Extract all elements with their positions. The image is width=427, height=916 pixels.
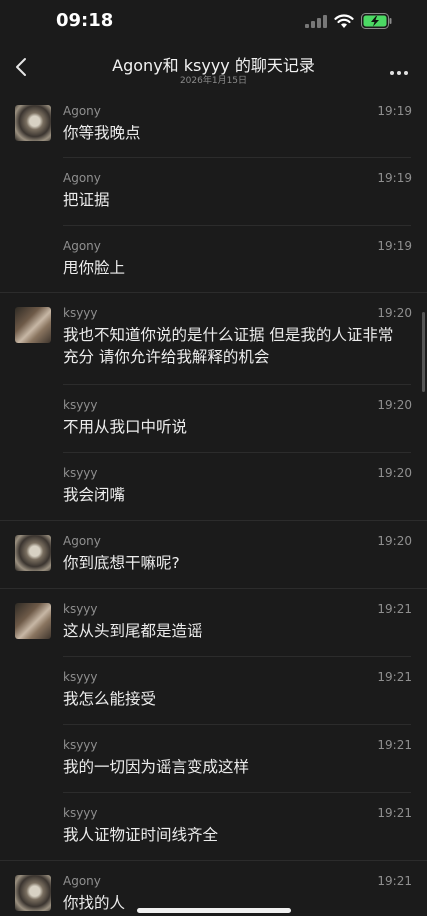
message-time: 19:20 xyxy=(377,534,412,548)
message-time: 19:20 xyxy=(377,306,412,320)
divider xyxy=(63,724,411,725)
divider xyxy=(63,225,411,226)
message-time: 19:21 xyxy=(377,602,412,616)
scrollbar[interactable] xyxy=(422,312,425,392)
message-row[interactable]: ksyyy 19:20 我会闭嘴 xyxy=(0,452,427,520)
message-row[interactable]: ksyyy 19:21 我人证物证时间线齐全 xyxy=(0,792,427,860)
message-row[interactable]: ksyyy 19:21 我的一切因为谣言变成这样 xyxy=(0,724,427,792)
message-sender: ksyyy xyxy=(63,602,98,616)
home-indicator[interactable] xyxy=(137,908,291,913)
more-options-icon[interactable] xyxy=(390,66,411,75)
battery-charging-icon xyxy=(361,13,392,29)
message-text: 你到底想干嘛呢? xyxy=(63,554,180,572)
divider xyxy=(0,860,427,861)
message-sender: ksyyy xyxy=(63,738,98,752)
message-sender: ksyyy xyxy=(63,670,98,684)
message-sender: ksyyy xyxy=(63,466,98,480)
divider xyxy=(63,656,411,657)
divider xyxy=(0,292,427,293)
message-time: 19:21 xyxy=(377,806,412,820)
message-row[interactable]: Agony 19:20 你到底想干嘛呢? xyxy=(0,520,427,588)
message-sender: Agony xyxy=(63,534,101,548)
message-sender: ksyyy xyxy=(63,806,98,820)
message-text: 我人证物证时间线齐全 xyxy=(63,826,219,844)
nav-bar: Agony和 ksyyy 的聊天记录 2026年1月15日 xyxy=(0,44,427,90)
message-text: 我也不知道你说的是什么证据 但是我的人证非常充分 请你允许给我解释的机会 xyxy=(63,326,394,366)
message-time: 19:21 xyxy=(377,670,412,684)
divider xyxy=(0,520,427,521)
message-row[interactable]: ksyyy 19:21 我怎么能接受 xyxy=(0,656,427,724)
message-sender: Agony xyxy=(63,104,101,118)
message-row[interactable]: Agony 19:19 甩你脸上 xyxy=(0,225,427,292)
divider xyxy=(63,792,411,793)
message-text: 把证据 xyxy=(63,191,110,209)
message-row[interactable]: Agony 19:19 你等我晚点 xyxy=(0,90,427,157)
divider xyxy=(63,452,411,453)
message-sender: ksyyy xyxy=(63,398,98,412)
message-text: 你等我晚点 xyxy=(63,124,141,142)
message-text: 我的一切因为谣言变成这样 xyxy=(63,758,250,776)
message-sender: ksyyy xyxy=(63,306,98,320)
message-time: 19:19 xyxy=(377,104,412,118)
wifi-icon xyxy=(334,14,354,28)
cellular-signal-icon xyxy=(305,15,327,28)
message-row[interactable]: ksyyy 19:20 我也不知道你说的是什么证据 但是我的人证非常充分 请你允… xyxy=(0,292,427,384)
message-text: 这从头到尾都是造谣 xyxy=(63,622,203,640)
status-bar: 09:18 xyxy=(0,0,427,44)
message-text: 不用从我口中听说 xyxy=(63,418,188,436)
message-time: 19:20 xyxy=(377,466,412,480)
message-sender: Agony xyxy=(63,874,101,888)
message-text: 我会闭嘴 xyxy=(63,486,126,504)
message-time: 19:19 xyxy=(377,239,412,253)
message-row[interactable]: ksyyy 19:21 这从头到尾都是造谣 xyxy=(0,588,427,656)
message-time: 19:21 xyxy=(377,738,412,752)
message-time: 19:20 xyxy=(377,398,412,412)
divider xyxy=(63,384,411,385)
status-time: 09:18 xyxy=(56,10,114,31)
divider xyxy=(0,588,427,589)
avatar-ksyyy[interactable] xyxy=(15,307,51,343)
avatar-agony[interactable] xyxy=(15,875,51,911)
avatar-ksyyy[interactable] xyxy=(15,603,51,639)
message-text: 我怎么能接受 xyxy=(63,690,157,708)
message-row[interactable]: Agony 19:19 把证据 xyxy=(0,157,427,225)
message-time: 19:21 xyxy=(377,874,412,888)
message-row[interactable]: ksyyy 19:20 不用从我口中听说 xyxy=(0,384,427,452)
page-subtitle: 2026年1月15日 xyxy=(179,76,248,86)
message-sender: Agony xyxy=(63,239,101,253)
avatar-agony[interactable] xyxy=(15,105,51,141)
message-text: 甩你脸上 xyxy=(63,259,126,277)
divider xyxy=(63,157,411,158)
avatar-agony[interactable] xyxy=(15,535,51,571)
message-time: 19:19 xyxy=(377,171,412,185)
message-sender: Agony xyxy=(63,171,101,185)
